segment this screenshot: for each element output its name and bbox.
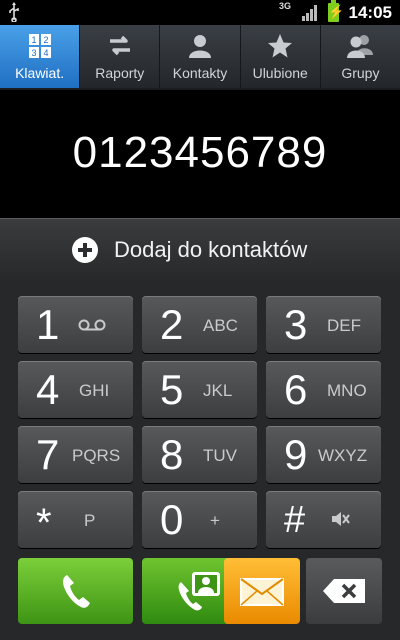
network-type: 3G [279,1,292,11]
tab-contacts[interactable]: Kontakty [160,25,241,88]
key-letters: ABC [203,316,238,335]
key-4[interactable]: 4 GHI [18,361,133,418]
key-letters: P [84,511,96,530]
key-letters: GHI [79,381,110,400]
tab-label: Raporty [95,65,145,81]
message-button[interactable] [224,558,300,624]
add-to-contacts-button[interactable]: Dodaj do kontaktów [0,218,400,282]
key-1[interactable]: 1 [18,296,133,353]
number-display: 0123456789 [0,90,400,218]
key-digit: 5 [160,366,184,413]
tab-groups[interactable]: Grupy [321,25,400,88]
signal-icon [302,5,317,21]
key-digit: 7 [36,431,60,478]
key-digit: 1 [36,301,60,348]
key-digit: * [36,501,52,545]
backspace-icon [323,579,365,603]
key-digit: 3 [284,301,308,348]
key-letters: PQRS [72,446,121,465]
key-digit: 2 [160,301,184,348]
tab-favorites[interactable]: Ulubione [241,25,321,88]
tab-label: Ulubione [252,65,308,81]
key-7[interactable]: 7 PQRS [18,426,133,483]
key-9[interactable]: 9 WXYZ [266,426,381,483]
tab-keypad[interactable]: 1 2 3 4 Klawiat. [0,25,81,88]
tab-bar: 1 2 3 4 Klawiat. Raporty Kontakty Ulubio… [0,25,400,90]
mute-icon [332,512,350,526]
tab-label: Grupy [341,65,380,81]
call-button[interactable] [18,558,133,624]
key-8[interactable]: 8 TUV [142,426,257,483]
key-letters: MNO [327,381,367,400]
call-log-icon [109,35,130,56]
contact-call-icon [178,572,220,611]
key-letters: DEF [327,316,361,335]
key-letters: WXYZ [318,446,368,465]
key-letters: TUV [203,446,237,465]
key-digit: 9 [284,431,308,478]
dialpad: 1 2 ABC 3 DEF 4 GHI 5 JKL 6 MNO 7 PQRS 8… [0,281,400,640]
group-icon [347,35,374,58]
dialed-number: 0123456789 [72,128,328,177]
status-bar: 3G ⚡ 14:05 [0,0,400,25]
svg-text:2: 2 [43,35,48,45]
tab-label: Klawiat. [15,65,65,81]
plus-icon [72,237,98,263]
key-star[interactable]: * P [18,491,133,548]
key-3[interactable]: 3 DEF [266,296,381,353]
key-hash[interactable]: # [266,491,381,548]
key-2[interactable]: 2 ABC [142,296,257,353]
star-icon [268,34,293,58]
usb-icon [9,2,19,22]
tab-label: Kontakty [172,65,228,81]
add-to-contacts-label: Dodaj do kontaktów [114,237,308,262]
svg-text:1: 1 [31,35,36,45]
dialpad-icon: 1 2 3 4 [28,34,51,58]
phone-icon [63,575,90,608]
svg-text:4: 4 [43,48,48,58]
key-letters: JKL [203,381,233,400]
key-letters: + [210,511,220,530]
key-0[interactable]: 0 + [142,491,257,548]
backspace-button[interactable] [306,558,382,624]
envelope-icon [240,578,284,606]
key-6[interactable]: 6 MNO [266,361,381,418]
person-icon [189,35,211,58]
clock: 14:05 [348,3,392,22]
svg-text:3: 3 [31,48,36,58]
key-digit: 0 [160,496,184,543]
key-5[interactable]: 5 JKL [142,361,257,418]
key-digit: # [284,499,306,541]
battery-charging-icon: ⚡ [328,0,344,22]
tab-logs[interactable]: Raporty [80,25,161,88]
key-digit: 6 [284,366,308,413]
key-digit: 8 [160,431,184,478]
voicemail-icon [78,319,106,331]
key-digit: 4 [36,366,60,413]
